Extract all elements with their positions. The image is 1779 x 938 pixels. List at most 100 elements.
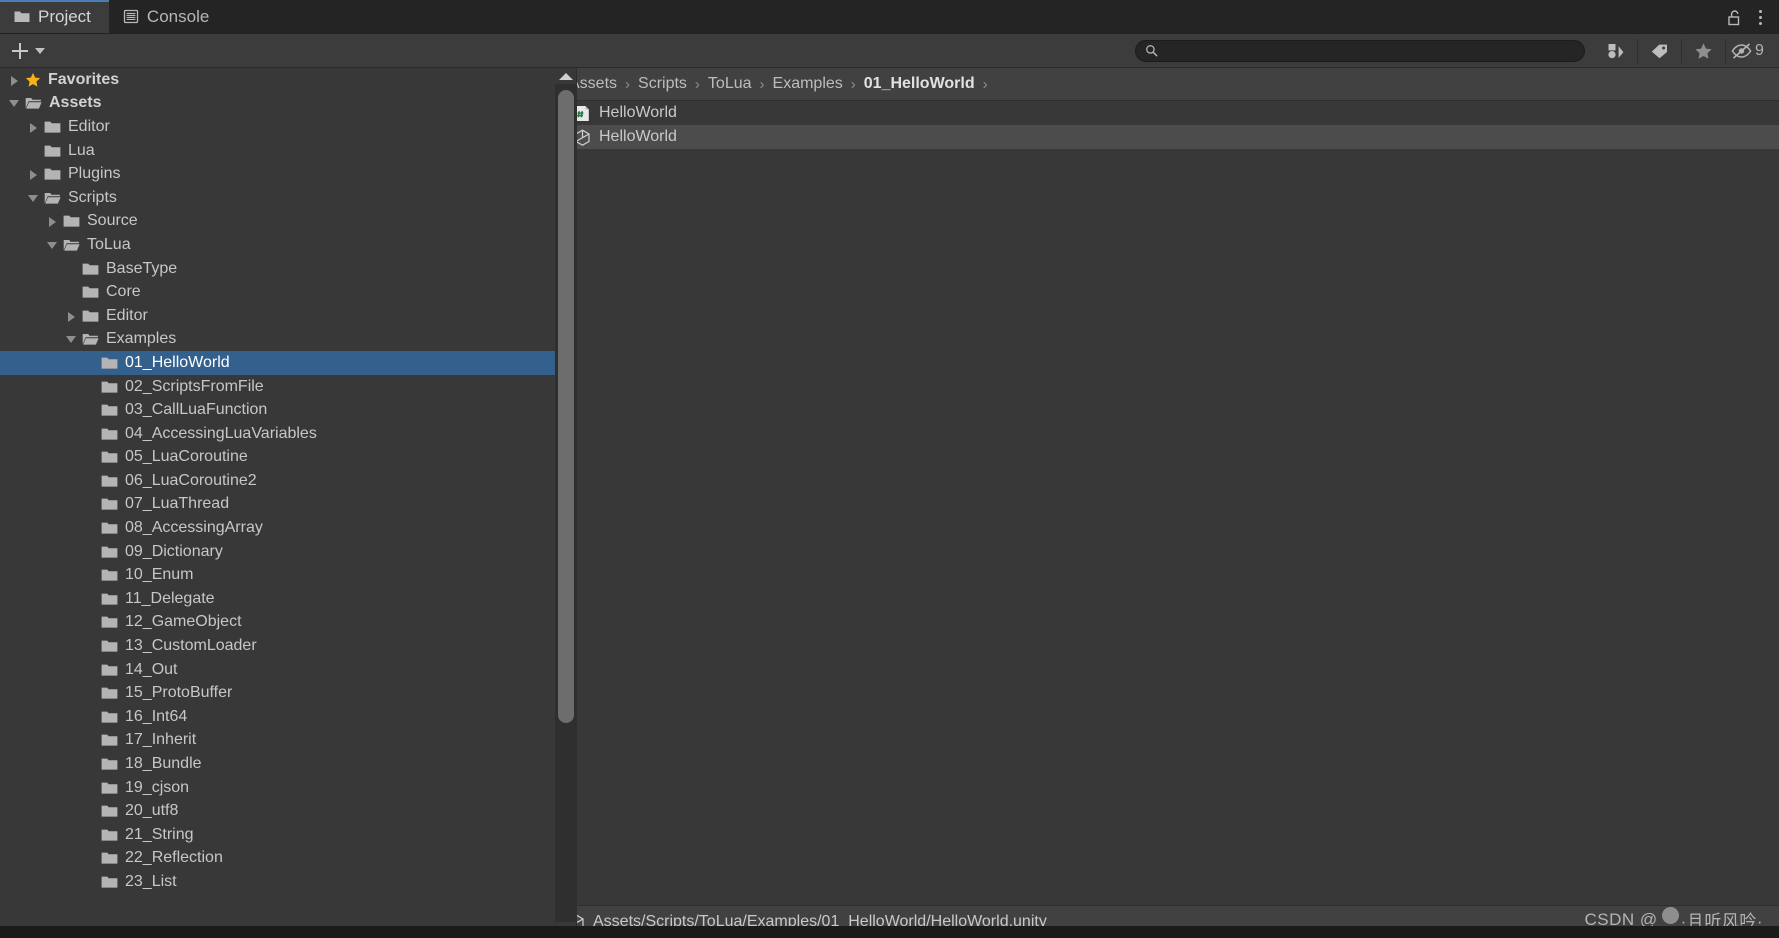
- tree-item-source[interactable]: Source: [0, 210, 555, 234]
- tree-item-15-protobuffer[interactable]: 15_ProtoBuffer: [0, 681, 555, 705]
- asset-row[interactable]: HelloWorld: [556, 125, 1779, 149]
- tree-arrow-placeholder: [84, 663, 98, 677]
- folder-icon: [101, 828, 118, 842]
- tree-item-label: Lua: [68, 143, 95, 159]
- breadcrumb-item-examples[interactable]: Examples: [770, 75, 846, 93]
- tree-item-19-cjson[interactable]: 19_cjson: [0, 776, 555, 800]
- chevron-right-icon[interactable]: [27, 120, 41, 134]
- asset-list: HelloWorld HelloWorld: [556, 101, 1779, 905]
- asset-label: HelloWorld: [599, 128, 677, 146]
- tree-item-core[interactable]: Core: [0, 280, 555, 304]
- chevron-down-icon[interactable]: [27, 191, 41, 205]
- chevron-right-icon[interactable]: [27, 167, 41, 181]
- tree-item-examples[interactable]: Examples: [0, 328, 555, 352]
- tree-item-favorites[interactable]: Favorites: [0, 68, 555, 92]
- folder-icon: [82, 285, 99, 299]
- tree-item-basetype[interactable]: BaseType: [0, 257, 555, 281]
- tree-item-18-bundle[interactable]: 18_Bundle: [0, 752, 555, 776]
- tree-item-03-callluafunction[interactable]: 03_CallLuaFunction: [0, 398, 555, 422]
- tree-item-13-customloader[interactable]: 13_CustomLoader: [0, 634, 555, 658]
- tree-item-label: BaseType: [106, 261, 177, 277]
- chevron-right-icon[interactable]: [8, 73, 22, 87]
- tree-item-editor[interactable]: Editor: [0, 304, 555, 328]
- tree-item-09-dictionary[interactable]: 09_Dictionary: [0, 540, 555, 564]
- tree-arrow-placeholder: [84, 497, 98, 511]
- tree-item-10-enum[interactable]: 10_Enum: [0, 563, 555, 587]
- scroll-up-arrow-icon[interactable]: [555, 68, 577, 84]
- tree-item-16-int64[interactable]: 16_Int64: [0, 705, 555, 729]
- chevron-right-icon[interactable]: [46, 214, 60, 228]
- tree-arrow-placeholder: [84, 427, 98, 441]
- folder-icon: [44, 120, 61, 134]
- tree-item-assets[interactable]: Assets: [0, 92, 555, 116]
- folder-open-icon: [63, 238, 80, 252]
- tree-item-label: 04_AccessingLuaVariables: [125, 426, 317, 442]
- tree-item-01-helloworld[interactable]: 01_HelloWorld: [0, 351, 555, 375]
- tree-arrow-placeholder: [84, 615, 98, 629]
- tree-item-label: Source: [87, 213, 138, 229]
- tree-arrow-placeholder: [84, 804, 98, 818]
- tree-item-02-scriptsfromfile[interactable]: 02_ScriptsFromFile: [0, 375, 555, 399]
- tree-item-label: 03_CallLuaFunction: [125, 402, 267, 418]
- breadcrumb-item-scripts[interactable]: Scripts: [635, 75, 690, 93]
- tree-item-label: 16_Int64: [125, 709, 187, 725]
- tree-item-12-gameobject[interactable]: 12_GameObject: [0, 611, 555, 635]
- tree-item-11-delegate[interactable]: 11_Delegate: [0, 587, 555, 611]
- chevron-down-icon[interactable]: [8, 96, 22, 110]
- folder-icon: [101, 710, 118, 724]
- scrollbar-thumb[interactable]: [558, 90, 574, 723]
- search-input[interactable]: [1158, 43, 1574, 58]
- folder-icon: [101, 474, 118, 488]
- folder-icon: [44, 167, 61, 181]
- tab-console[interactable]: Console: [109, 0, 227, 33]
- chevron-right-icon[interactable]: [65, 309, 79, 323]
- tree-item-22-reflection[interactable]: 22_Reflection: [0, 847, 555, 871]
- chevron-down-icon[interactable]: [46, 238, 60, 252]
- tree-item-label: 18_Bundle: [125, 756, 202, 772]
- hidden-items-count: 9: [1755, 43, 1764, 59]
- tree-item-20-utf8[interactable]: 20_utf8: [0, 799, 555, 823]
- folder-icon: [101, 781, 118, 795]
- search-field[interactable]: [1135, 40, 1585, 62]
- filter-by-type-button[interactable]: [1593, 39, 1637, 63]
- tab-project[interactable]: Project: [0, 0, 109, 33]
- tree-item-04-accessingluavariables[interactable]: 04_AccessingLuaVariables: [0, 422, 555, 446]
- tree-arrow-placeholder: [84, 828, 98, 842]
- tag-icon: [1650, 42, 1669, 60]
- scrollbar-track[interactable]: [555, 84, 577, 922]
- chevron-down-icon[interactable]: [65, 332, 79, 346]
- tree-item-23-list[interactable]: 23_List: [0, 870, 555, 894]
- chevron-down-icon: [35, 48, 45, 54]
- asset-row[interactable]: HelloWorld: [556, 101, 1779, 125]
- breadcrumb-separator-icon: ›: [620, 76, 635, 93]
- tree-item-plugins[interactable]: Plugins: [0, 162, 555, 186]
- tree-item-07-luathread[interactable]: 07_LuaThread: [0, 493, 555, 517]
- hidden-items-button[interactable]: 9: [1725, 39, 1769, 63]
- lock-open-icon[interactable]: [1726, 9, 1742, 26]
- tree-item-14-out[interactable]: 14_Out: [0, 658, 555, 682]
- tree-item-21-string[interactable]: 21_String: [0, 823, 555, 847]
- tree-item-editor[interactable]: Editor: [0, 115, 555, 139]
- tree-vertical-scrollbar[interactable]: [555, 68, 577, 938]
- create-asset-button[interactable]: [0, 38, 55, 64]
- tree-item-05-luacoroutine[interactable]: 05_LuaCoroutine: [0, 446, 555, 470]
- tree-item-lua[interactable]: Lua: [0, 139, 555, 163]
- window-bottom-edge: [0, 926, 1779, 938]
- tree-item-label: 12_GameObject: [125, 614, 242, 630]
- breadcrumb-item-01-helloworld[interactable]: 01_HelloWorld: [861, 75, 978, 93]
- tree-arrow-placeholder: [27, 144, 41, 158]
- tree-item-08-accessingarray[interactable]: 08_AccessingArray: [0, 516, 555, 540]
- tree-item-scripts[interactable]: Scripts: [0, 186, 555, 210]
- tree-item-06-luacoroutine2[interactable]: 06_LuaCoroutine2: [0, 469, 555, 493]
- project-toolbar: 9: [0, 34, 1779, 68]
- breadcrumb-item-tolua[interactable]: ToLua: [705, 75, 755, 93]
- tree-item-label: 13_CustomLoader: [125, 638, 257, 654]
- tree-item-tolua[interactable]: ToLua: [0, 233, 555, 257]
- tree-item-17-inherit[interactable]: 17_Inherit: [0, 729, 555, 753]
- favorites-filter-button[interactable]: [1681, 39, 1725, 63]
- kebab-menu-icon[interactable]: [1756, 8, 1765, 27]
- tab-console-label: Console: [147, 7, 209, 27]
- tree-arrow-placeholder: [84, 474, 98, 488]
- folder-icon: [101, 757, 118, 771]
- filter-by-label-button[interactable]: [1637, 39, 1681, 63]
